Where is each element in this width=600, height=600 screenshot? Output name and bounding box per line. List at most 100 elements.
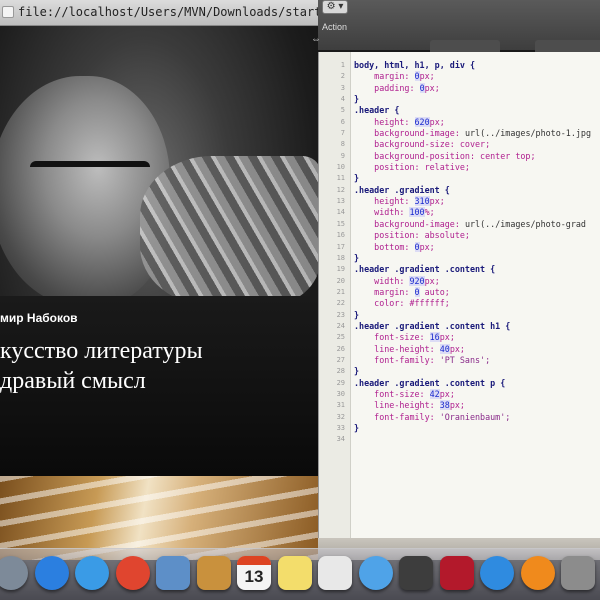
code-editor[interactable]: 1 body, html, h1, p, div {2 margin: 0px; 3… xyxy=(318,52,600,538)
portrait-scarf xyxy=(140,156,318,306)
app-store-icon[interactable] xyxy=(34,556,69,590)
code-token: px; xyxy=(429,116,445,127)
code-token: px; xyxy=(439,388,455,399)
code-text: body, html, h1, p, div { xyxy=(354,60,475,71)
facetime-icon[interactable] xyxy=(399,556,433,590)
code-line[interactable]: 16 position: absolute; xyxy=(319,230,600,241)
browser-window: file://localhost/Users/MVN/Downloads/sta… xyxy=(0,0,318,560)
code-token: color: #ffffff; xyxy=(354,298,450,309)
code-text: color: #ffffff; xyxy=(354,298,450,309)
mail-icon[interactable] xyxy=(156,556,190,590)
code-line[interactable]: 34 xyxy=(319,434,600,445)
messages-icon[interactable] xyxy=(358,556,393,590)
code-line[interactable]: 9 background-position: center top; xyxy=(319,151,600,162)
code-token: px; xyxy=(449,343,465,354)
code-line[interactable]: 33} xyxy=(319,423,600,434)
code-line[interactable]: 10 position: relative; xyxy=(319,162,600,173)
safari-icon[interactable] xyxy=(75,556,109,590)
chrome-icon[interactable] xyxy=(115,556,150,590)
code-line[interactable]: 28} xyxy=(319,366,600,377)
line-number: 22 xyxy=(336,299,345,308)
code-token: px; xyxy=(419,71,435,82)
code-line[interactable]: 7 background-image: url(../images/photo-… xyxy=(319,128,600,139)
itunes-icon[interactable] xyxy=(480,556,514,590)
code-line[interactable]: 31 line-height: 38px; xyxy=(319,400,600,411)
line-number: 5 xyxy=(340,106,345,115)
code-token: 920 xyxy=(409,275,425,286)
code-line[interactable]: 18} xyxy=(319,253,600,264)
calendar-month-bar xyxy=(237,556,271,565)
code-line[interactable]: 4} xyxy=(319,94,600,105)
code-line[interactable]: 26 line-height: 40px; xyxy=(319,343,600,355)
hero-image: мир Набоков кусство литературы дравый см… xyxy=(0,26,318,476)
code-line[interactable]: 3 padding: 0px; xyxy=(319,82,600,94)
code-text: background-image: url(../images/photo-gr… xyxy=(354,219,586,230)
url-bar[interactable]: file://localhost/Users/MVN/Downloads/sta… xyxy=(0,0,318,26)
code-token: url(../images/photo-1.jpg xyxy=(464,128,591,139)
code-line[interactable]: 25 font-size: 16px; xyxy=(319,332,600,343)
code-token: margin: xyxy=(354,71,415,82)
code-token: line-height: xyxy=(354,343,440,354)
photo-booth-icon[interactable] xyxy=(439,556,474,590)
code-line[interactable]: 6 height: 620px; xyxy=(319,116,600,128)
portrait-glasses xyxy=(30,161,150,191)
address-book-icon[interactable] xyxy=(196,556,231,590)
line-number: 15 xyxy=(336,219,345,228)
notes-icon[interactable] xyxy=(277,556,312,590)
line-number: 12 xyxy=(336,185,345,194)
line-number: 18 xyxy=(336,253,345,262)
code-line[interactable]: 5 .header { xyxy=(319,105,600,116)
code-line[interactable]: 32 font-family: 'Oranienbaum'; xyxy=(319,412,600,423)
code-token: 'Oranienbaum'; xyxy=(439,411,511,422)
code-line[interactable]: 29 .header .gradient .content p { xyxy=(319,378,600,389)
line-number: 28 xyxy=(336,367,345,376)
code-text: height: 620px; xyxy=(354,116,445,128)
code-token: 40 xyxy=(439,343,450,354)
resize-handle-icon[interactable]: ⇔ xyxy=(311,34,321,45)
code-line[interactable]: 27 font-family: 'PT Sans'; xyxy=(319,355,600,366)
code-token: } xyxy=(354,366,360,377)
code-token: .header .gradient .content { xyxy=(354,264,496,275)
line-number: 6 xyxy=(340,117,345,126)
code-token: position: absolute; xyxy=(354,230,470,241)
code-token: } xyxy=(354,423,360,433)
code-line[interactable]: 24 .header .gradient .content h1 { xyxy=(319,321,600,332)
code-line[interactable]: 11} xyxy=(319,173,600,184)
line-number: 1 xyxy=(340,61,345,69)
code-line[interactable]: 1 body, html, h1, p, div { xyxy=(319,60,600,71)
page-title-line-1: кусство литературы xyxy=(0,338,203,364)
ibooks-icon[interactable] xyxy=(520,556,555,590)
code-line[interactable]: 14 width: 100%; xyxy=(319,207,600,218)
code-token: .header .gradient .content h1 { xyxy=(354,320,511,331)
code-token: px; xyxy=(429,196,445,207)
code-text: margin: 0px; xyxy=(354,71,435,82)
code-text: } xyxy=(354,423,359,434)
code-line[interactable]: 12 .header .gradient { xyxy=(319,185,600,196)
action-label: Action xyxy=(322,22,348,32)
code-lines[interactable]: 1 body, html, h1, p, div {2 margin: 0px; 3… xyxy=(319,60,600,446)
gear-icon[interactable]: ⚙ ▾ xyxy=(322,0,348,14)
code-line[interactable]: 22 color: #ffffff; xyxy=(319,298,600,309)
editor-tab[interactable] xyxy=(430,40,500,52)
code-token: 'PT Sans'; xyxy=(439,354,491,365)
calendar-icon[interactable]: 13 xyxy=(237,556,271,590)
system-prefs-icon[interactable] xyxy=(561,556,595,590)
code-token: background-position: center top; xyxy=(354,150,536,161)
code-line[interactable]: 13 height: 310px; xyxy=(319,196,600,207)
code-line[interactable]: 30 font-size: 42px; xyxy=(319,388,600,400)
line-number: 17 xyxy=(336,242,345,251)
code-line[interactable]: 20 width: 920px; xyxy=(319,275,600,287)
code-token: url(../images/photo-grad xyxy=(464,218,586,229)
code-line[interactable]: 8 background-size: cover; xyxy=(319,139,600,150)
code-line[interactable]: 23} xyxy=(319,310,600,321)
code-line[interactable]: 17 bottom: 0px; xyxy=(319,241,600,253)
code-line[interactable]: 2 margin: 0px; xyxy=(319,71,600,82)
url-text[interactable]: file://localhost/Users/MVN/Downloads/sta… xyxy=(18,5,318,19)
code-line[interactable]: 15 background-image: url(../images/photo… xyxy=(319,219,600,230)
code-text: } xyxy=(354,310,359,321)
code-line[interactable]: 21 margin: 0 auto; xyxy=(319,286,600,298)
code-line[interactable]: 19 .header .gradient .content { xyxy=(319,264,600,275)
editor-tab[interactable] xyxy=(535,40,600,52)
code-token: font-family: xyxy=(354,411,440,422)
text-editor-icon[interactable] xyxy=(318,556,352,590)
